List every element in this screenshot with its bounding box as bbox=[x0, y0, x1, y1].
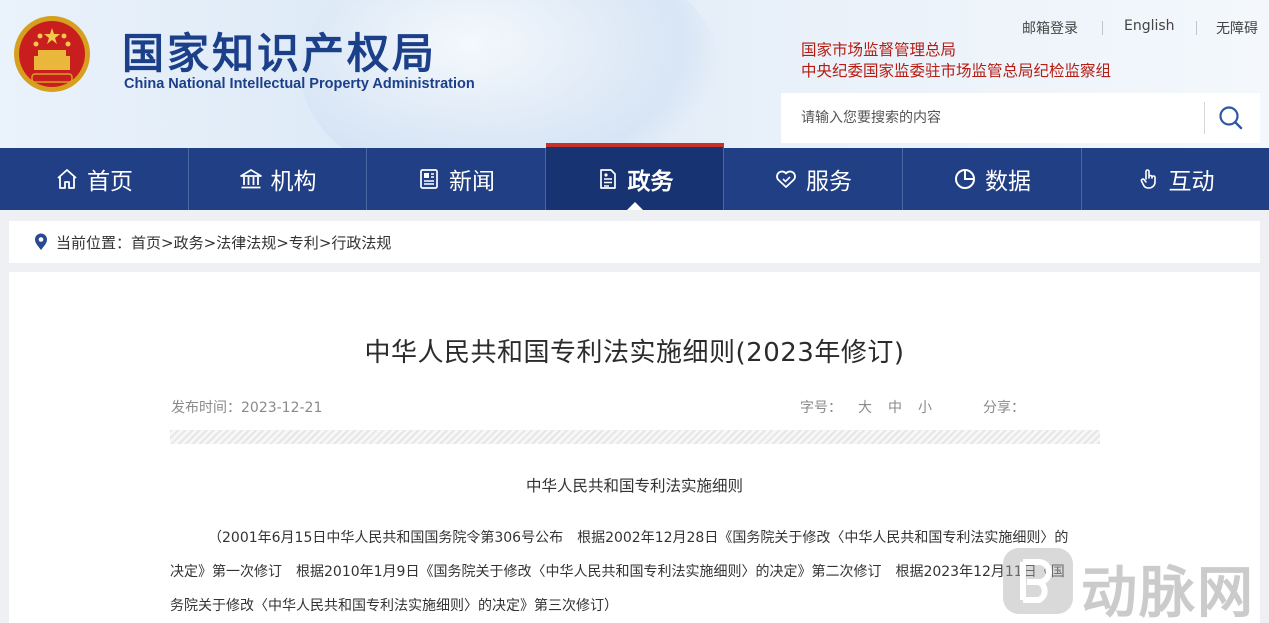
search-icon[interactable] bbox=[1211, 98, 1251, 138]
font-size-large-button[interactable]: 大 bbox=[858, 400, 872, 416]
publish-date-label: 发布时间： bbox=[171, 400, 241, 416]
news-icon bbox=[420, 169, 438, 189]
article-subtitle: 中华人民共和国专利法实施细则 bbox=[525, 477, 743, 495]
nav-item-government-affairs[interactable]: 政务 bbox=[546, 143, 724, 210]
site-header: 国家知识产权局 China National Intellectual Prop… bbox=[0, 0, 1269, 148]
nav-label: 首页 bbox=[87, 169, 133, 195]
breadcrumb-home[interactable]: 首页 bbox=[131, 234, 161, 252]
site-title-chinese[interactable]: 国家知识产权局 bbox=[122, 20, 437, 81]
nav-item-service[interactable]: 服务 bbox=[724, 148, 903, 210]
font-size-medium-button[interactable]: 中 bbox=[888, 400, 902, 416]
nav-label: 政务 bbox=[627, 168, 674, 195]
divider bbox=[1196, 21, 1197, 35]
search-box bbox=[781, 93, 1260, 143]
institution-icon bbox=[239, 169, 262, 189]
publish-date-value: 2023-12-21 bbox=[241, 400, 323, 416]
paragraph-line: （2001年6月15日中华人民共和国国务院令第306号公布 根据2002年12月… bbox=[208, 530, 1069, 546]
breadcrumb-administrative-regulations[interactable]: 行政法规 bbox=[331, 234, 391, 252]
interaction-icon bbox=[1140, 169, 1156, 189]
nav-label: 机构 bbox=[270, 169, 317, 195]
watermark: 动脉网 bbox=[1003, 545, 1269, 623]
watermark-text: 动脉网 bbox=[1081, 561, 1255, 623]
data-icon bbox=[955, 169, 975, 189]
nav-item-interaction[interactable]: 互动 bbox=[1082, 148, 1269, 210]
government-affairs-icon bbox=[599, 168, 616, 189]
english-link[interactable]: English bbox=[1124, 18, 1175, 34]
breadcrumb-laws[interactable]: 法律法规 bbox=[216, 234, 276, 252]
breadcrumb-separator: > bbox=[161, 234, 174, 252]
nav-item-news[interactable]: 新闻 bbox=[367, 148, 546, 210]
main-nav: 首页 机构 新闻 政务 服务 数据 互动 bbox=[0, 143, 1269, 210]
breadcrumb-separator: > bbox=[318, 234, 332, 252]
service-icon bbox=[776, 170, 796, 188]
nav-item-home[interactable]: 首页 bbox=[0, 148, 189, 210]
home-icon bbox=[57, 169, 77, 189]
nav-label: 新闻 bbox=[449, 169, 495, 195]
share-label: 分享： bbox=[983, 400, 1025, 416]
breadcrumb-patent[interactable]: 专利 bbox=[289, 234, 319, 252]
search-divider bbox=[1204, 102, 1205, 134]
org-line-discipline[interactable]: 中央纪委国家监委驻市场监管总局纪检监察组 bbox=[801, 61, 1111, 82]
paragraph-line: 决定》第一次修订 根据2010年1月9日《国务院关于修改〈中华人民共和国专利法实… bbox=[170, 564, 1065, 580]
breadcrumb: 当前位置：首页>政务>法律法规>专利>行政法规 bbox=[9, 221, 1260, 263]
publish-date: 发布时间：2023-12-21 bbox=[171, 397, 322, 417]
font-size-label: 字号： bbox=[800, 400, 842, 416]
nav-label: 服务 bbox=[806, 169, 852, 195]
article-title: 中华人民共和国专利法实施细则(2023年修订) bbox=[364, 338, 905, 368]
accessibility-link[interactable]: 无障碍 bbox=[1216, 18, 1258, 38]
divider-hatch bbox=[170, 430, 1100, 444]
site-title-english[interactable]: China National Intellectual Property Adm… bbox=[124, 76, 475, 92]
watermark-logo-icon bbox=[1003, 548, 1073, 614]
national-emblem-icon[interactable] bbox=[12, 14, 92, 94]
breadcrumb-text: 当前位置：首页>政务>法律法规>专利>行政法规 bbox=[56, 232, 391, 253]
location-pin-icon bbox=[35, 233, 47, 250]
top-links: 邮箱登录 English 无障碍 bbox=[1000, 18, 1269, 38]
breadcrumb-government-affairs[interactable]: 政务 bbox=[174, 234, 204, 252]
font-size-small-button[interactable]: 小 bbox=[918, 400, 932, 416]
divider bbox=[1102, 21, 1103, 35]
nav-item-data[interactable]: 数据 bbox=[903, 148, 1082, 210]
mail-login-link[interactable]: 邮箱登录 bbox=[1022, 18, 1078, 38]
font-size-controls: 字号： 大中小 bbox=[800, 397, 932, 417]
breadcrumb-label: 当前位置： bbox=[56, 234, 132, 252]
search-input[interactable] bbox=[801, 93, 1201, 143]
nav-label: 数据 bbox=[985, 169, 1031, 195]
paragraph-line: 务院关于修改〈中华人民共和国专利法实施细则〉的决定》第三次修订） bbox=[170, 598, 618, 614]
nav-item-institution[interactable]: 机构 bbox=[189, 148, 367, 210]
org-line-samr[interactable]: 国家市场监督管理总局 bbox=[801, 40, 1111, 61]
nav-label: 互动 bbox=[1168, 169, 1215, 195]
breadcrumb-separator: > bbox=[276, 234, 289, 252]
breadcrumb-separator: > bbox=[203, 234, 217, 252]
article-paragraph: （2001年6月15日中华人民共和国国务院令第306号公布 根据2002年12月… bbox=[170, 521, 1105, 623]
affiliated-orgs: 国家市场监督管理总局 中央纪委国家监委驻市场监管总局纪检监察组 bbox=[801, 40, 1111, 82]
